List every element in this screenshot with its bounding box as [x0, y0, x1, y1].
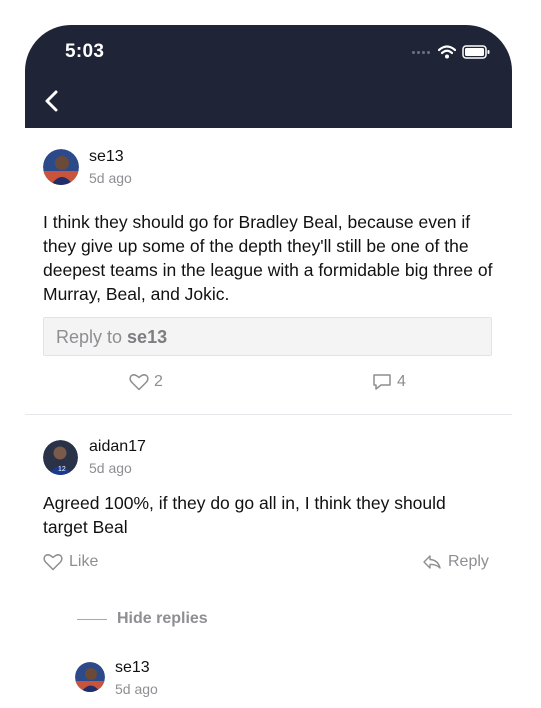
- hide-replies-button[interactable]: Hide replies: [77, 610, 208, 628]
- reply-username[interactable]: se13: [115, 659, 150, 677]
- like-label: Like: [69, 553, 99, 570]
- avatar[interactable]: [75, 662, 105, 692]
- wifi-icon: [438, 45, 456, 59]
- hide-replies-label: Hide replies: [117, 610, 208, 627]
- reply-placeholder-prefix: Reply to: [56, 327, 128, 347]
- post-timestamp: 5d ago: [89, 170, 132, 186]
- divider: [25, 414, 512, 415]
- like-count-button[interactable]: 2: [129, 373, 163, 391]
- status-icons: [412, 45, 490, 59]
- comment-count-button[interactable]: 4: [372, 373, 406, 391]
- comment-body: Agreed 100%, if they do go all in, I thi…: [43, 493, 446, 537]
- comment-count: 4: [397, 373, 406, 390]
- heart-icon: [129, 374, 149, 391]
- avatar[interactable]: [43, 149, 79, 185]
- svg-text:12: 12: [58, 466, 66, 473]
- reply-button[interactable]: Reply: [422, 553, 489, 571]
- hide-replies-line: [77, 618, 107, 620]
- signal-icon: [412, 50, 430, 54]
- post-username[interactable]: se13: [89, 148, 124, 166]
- like-count: 2: [154, 373, 163, 390]
- like-button[interactable]: Like: [43, 553, 98, 571]
- post-body: I think they should go for Bradley Beal,…: [43, 212, 493, 304]
- reply-label: Reply: [448, 553, 489, 570]
- status-time: 5:03: [65, 41, 105, 62]
- comment-bubble-icon: [373, 374, 391, 390]
- phone-screen: 5:03 se13 5d ago I think they should go …: [25, 25, 512, 708]
- header-bar: 5:03: [25, 25, 512, 128]
- comment-timestamp: 5d ago: [89, 460, 132, 476]
- reply-input[interactable]: Reply to se13: [43, 317, 492, 356]
- comment-username[interactable]: aidan17: [89, 438, 146, 456]
- reply-arrow-icon: [423, 555, 441, 569]
- avatar[interactable]: 12: [43, 440, 78, 475]
- reply-placeholder-user: se13: [127, 327, 168, 347]
- reply-timestamp: 5d ago: [115, 681, 158, 697]
- battery-icon: [462, 45, 490, 59]
- heart-icon: [43, 554, 63, 571]
- back-chevron-icon[interactable]: [42, 89, 64, 113]
